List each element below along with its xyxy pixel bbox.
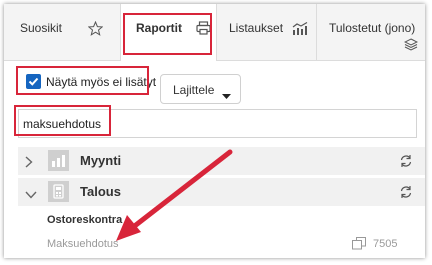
report-panel: Suosikit Raportit Listaukset Tulostetut … bbox=[4, 4, 425, 258]
annotation-arrow bbox=[116, 149, 233, 241]
